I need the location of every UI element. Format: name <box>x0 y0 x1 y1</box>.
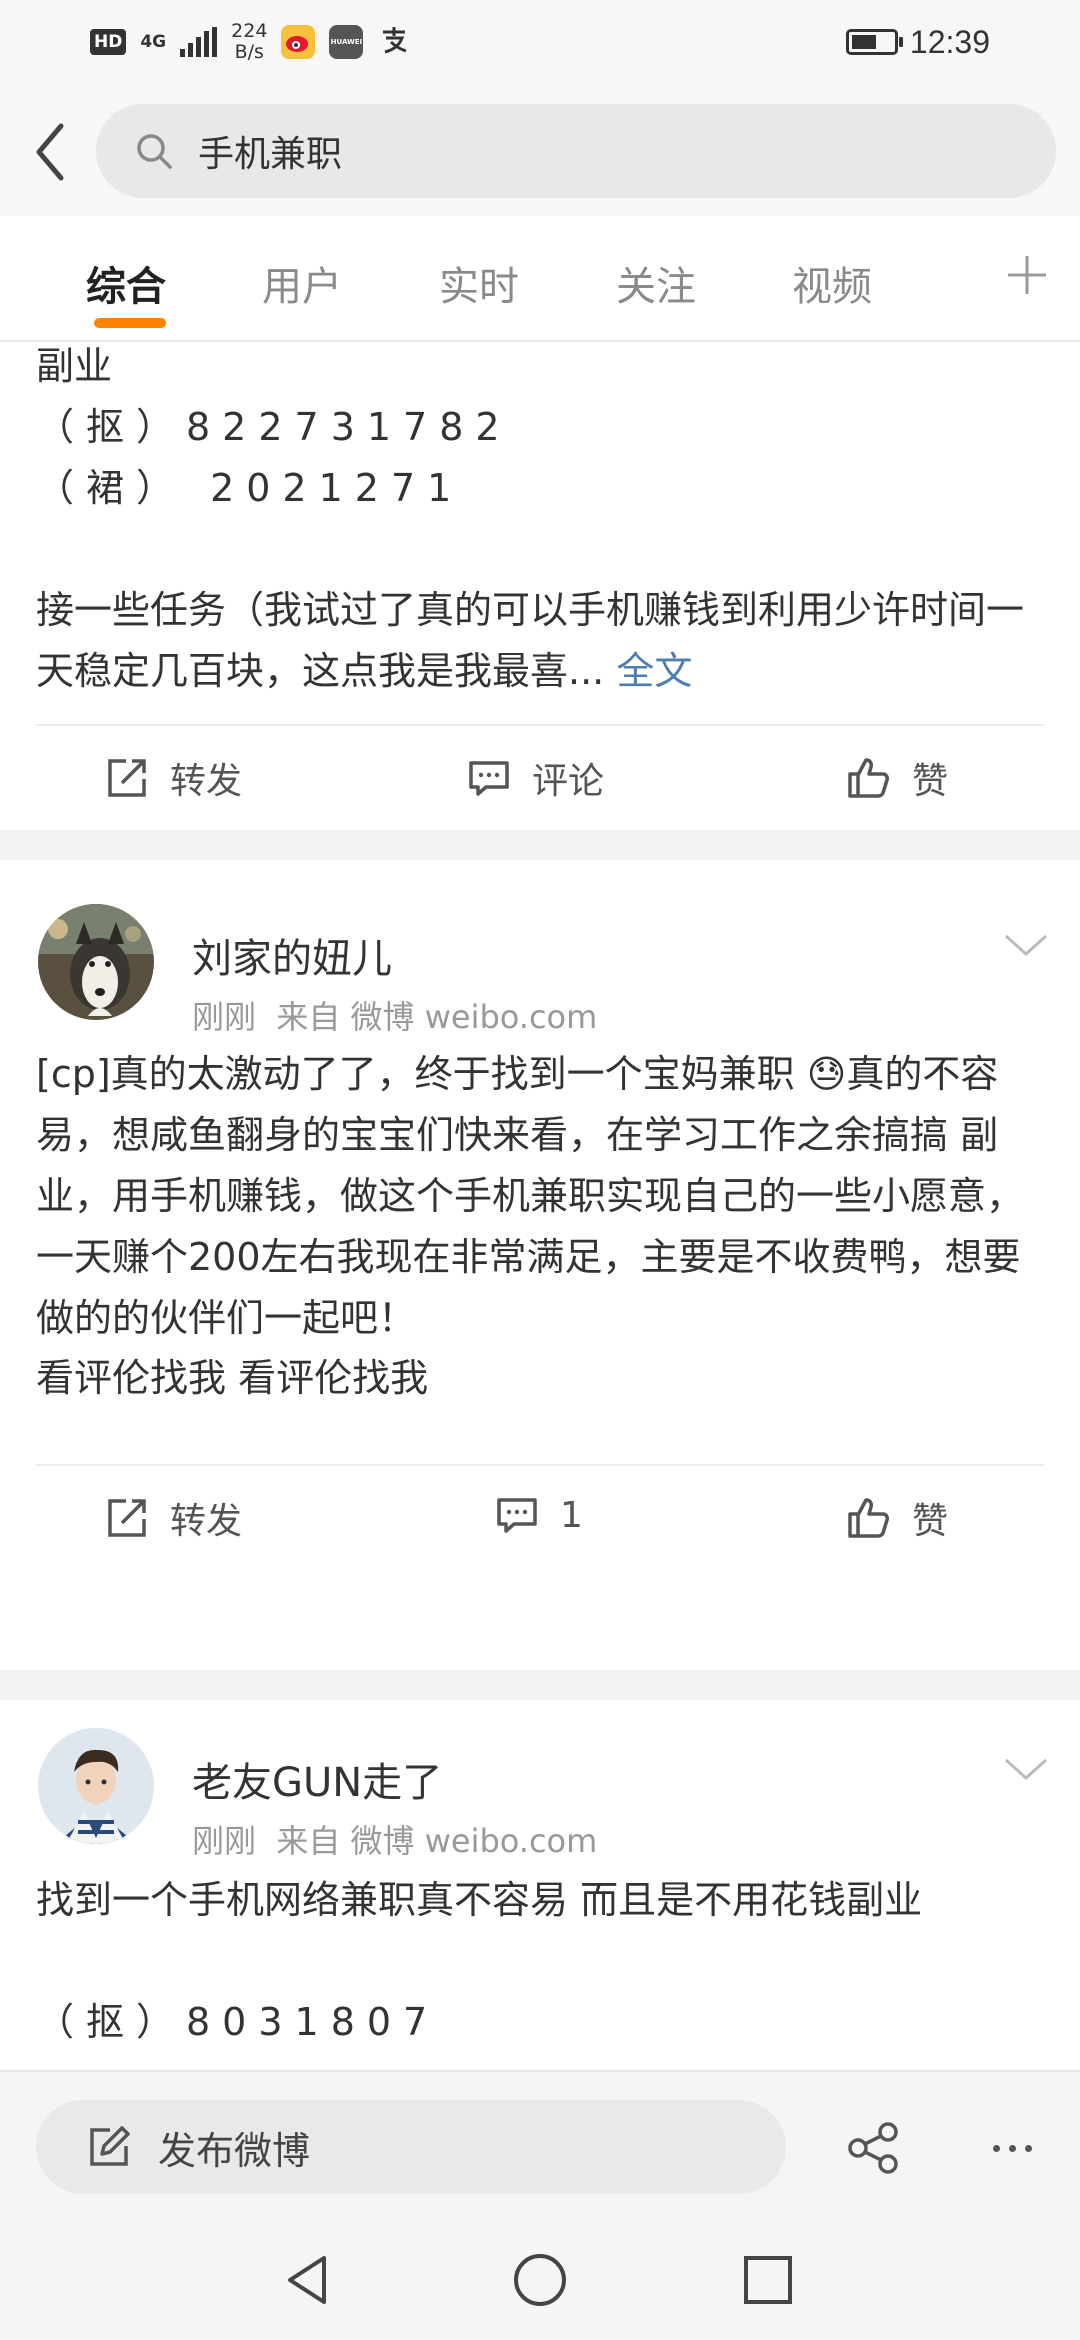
comment-icon <box>469 761 509 796</box>
post-text: 接一些任务（我试过了真的可以手机赚钱到利用少许时间一天稳定几百块，这点我是我最喜… <box>36 580 1046 702</box>
system-navigation-bar <box>0 2220 1080 2340</box>
huawei-notification-icon: HUAWEI <box>329 25 364 59</box>
thumbs-up-icon <box>848 1498 889 1538</box>
repost-icon <box>108 1499 146 1537</box>
status-bar: HD 4G 224 B/s HUAWEI 12:39 <box>0 0 1080 84</box>
post-meta: 刚刚 来自 微博 weibo.com <box>192 992 597 1038</box>
publish-weibo-button[interactable]: 发布微博 <box>36 2100 786 2194</box>
username[interactable]: 刘家的妞儿 <box>192 926 392 984</box>
repost-button[interactable]: 转发 <box>104 1492 242 1544</box>
like-button[interactable]: 赞 <box>844 752 948 804</box>
username[interactable]: 老友GUN走了 <box>192 1750 442 1808</box>
repost-label: 转发 <box>170 761 243 802</box>
comment-icon <box>497 1498 537 1533</box>
post-body: [cp]真的太激动了了，终于找到一个宝妈兼职 😓真的不容易，想咸鱼翻身的宝宝们快… <box>36 1052 1025 1340</box>
signal-icon <box>180 27 218 57</box>
network-speed: 224 B/s <box>231 21 267 63</box>
post-text-line: 副业 <box>36 344 113 388</box>
post-text-line: （裙） 2021271 <box>36 466 464 510</box>
divider <box>36 1464 1044 1466</box>
more-options-button[interactable] <box>984 2120 1040 2176</box>
like-label: 赞 <box>912 1501 949 1542</box>
post-card[interactable]: 副业 （抠）822731782 （裙） 2021271 接一些任务（我试过了真的… <box>0 342 1080 830</box>
active-tab-indicator <box>94 318 166 328</box>
post-card[interactable]: 刘家的妞儿 刚刚 来自 微博 weibo.com [cp]真的太激动了了，终于找… <box>0 860 1080 1670</box>
tab-bar: 综合 用户 实时 关注 视频 <box>0 216 1080 342</box>
comment-button[interactable]: 评论 <box>466 752 604 804</box>
speed-value: 224 <box>231 20 268 42</box>
search-input[interactable]: 手机兼职 <box>96 104 1056 198</box>
post-time: 刚刚 <box>192 1822 257 1860</box>
weibo-notification-icon <box>281 25 316 59</box>
repost-button[interactable]: 转发 <box>104 752 242 804</box>
add-tab-icon[interactable] <box>1002 250 1052 300</box>
post-source: 来自 微博 weibo.com <box>276 998 598 1036</box>
tab-comprehensive[interactable]: 综合 <box>86 254 166 312</box>
post-body: 找到一个手机网络兼职真不容易 而且是不用花钱副业 <box>36 1878 923 1922</box>
back-button[interactable] <box>22 120 78 184</box>
nav-back-icon[interactable] <box>278 2250 338 2310</box>
hd-badge: HD <box>90 29 127 55</box>
avatar[interactable] <box>38 1728 154 1844</box>
chevron-down-icon[interactable] <box>1002 930 1050 960</box>
search-results-feed: 副业 （抠）822731782 （裙） 2021271 接一些任务（我试过了真的… <box>0 342 1080 2070</box>
chevron-down-icon[interactable] <box>1002 1754 1050 1784</box>
post-card[interactable]: 老友GUN走了 刚刚 来自 微博 weibo.com 找到一个手机网络兼职真不容… <box>0 1700 1080 2070</box>
like-button[interactable]: 赞 <box>844 1492 948 1544</box>
post-body-extra: 看评伦找我 看评伦找我 <box>36 1356 429 1400</box>
divider <box>36 724 1044 726</box>
tab-following[interactable]: 关注 <box>616 254 696 312</box>
comment-button[interactable]: 1 <box>494 1492 583 1538</box>
like-label: 赞 <box>912 761 949 802</box>
back-arrow-icon <box>36 123 64 181</box>
network-type: 4G <box>140 32 167 52</box>
avatar[interactable] <box>38 904 154 1020</box>
status-right: 12:39 <box>845 18 990 66</box>
speed-unit: B/s <box>234 41 264 63</box>
search-header: 手机兼职 <box>0 84 1080 216</box>
tab-users[interactable]: 用户 <box>262 254 342 312</box>
battery-icon <box>845 29 903 55</box>
post-text-line: （抠）8031807 <box>36 2000 440 2044</box>
search-icon <box>132 129 176 173</box>
post-source: 来自 微博 weibo.com <box>276 1822 598 1860</box>
post-body: 接一些任务（我试过了真的可以手机赚钱到利用少许时间一天稳定几百块，这点我是我最喜… <box>36 588 1025 693</box>
comment-label: 评论 <box>532 761 605 802</box>
bottom-toolbar: 发布微博 <box>0 2070 1080 2220</box>
full-text-link[interactable]: 全文 <box>616 649 692 693</box>
repost-label: 转发 <box>170 1501 243 1542</box>
alipay-notification-icon <box>377 22 411 62</box>
nav-home-icon[interactable] <box>510 2250 570 2310</box>
status-left: HD 4G 224 B/s HUAWEI <box>90 18 411 66</box>
tab-realtime[interactable]: 实时 <box>439 254 519 312</box>
share-icon[interactable] <box>846 2120 902 2176</box>
comment-count: 1 <box>560 1494 583 1536</box>
clock: 12:39 <box>909 23 990 60</box>
tab-video[interactable]: 视频 <box>792 254 872 312</box>
search-query: 手机兼职 <box>198 134 343 175</box>
edit-icon <box>90 2126 130 2166</box>
post-time: 刚刚 <box>192 998 257 1036</box>
repost-icon <box>108 759 146 797</box>
thumbs-up-icon <box>848 758 889 798</box>
post-text-line: （抠）822731782 <box>36 405 512 449</box>
publish-label: 发布微博 <box>158 2128 311 2173</box>
nav-recents-icon[interactable] <box>738 2250 798 2310</box>
post-meta: 刚刚 来自 微博 weibo.com <box>192 1816 597 1862</box>
